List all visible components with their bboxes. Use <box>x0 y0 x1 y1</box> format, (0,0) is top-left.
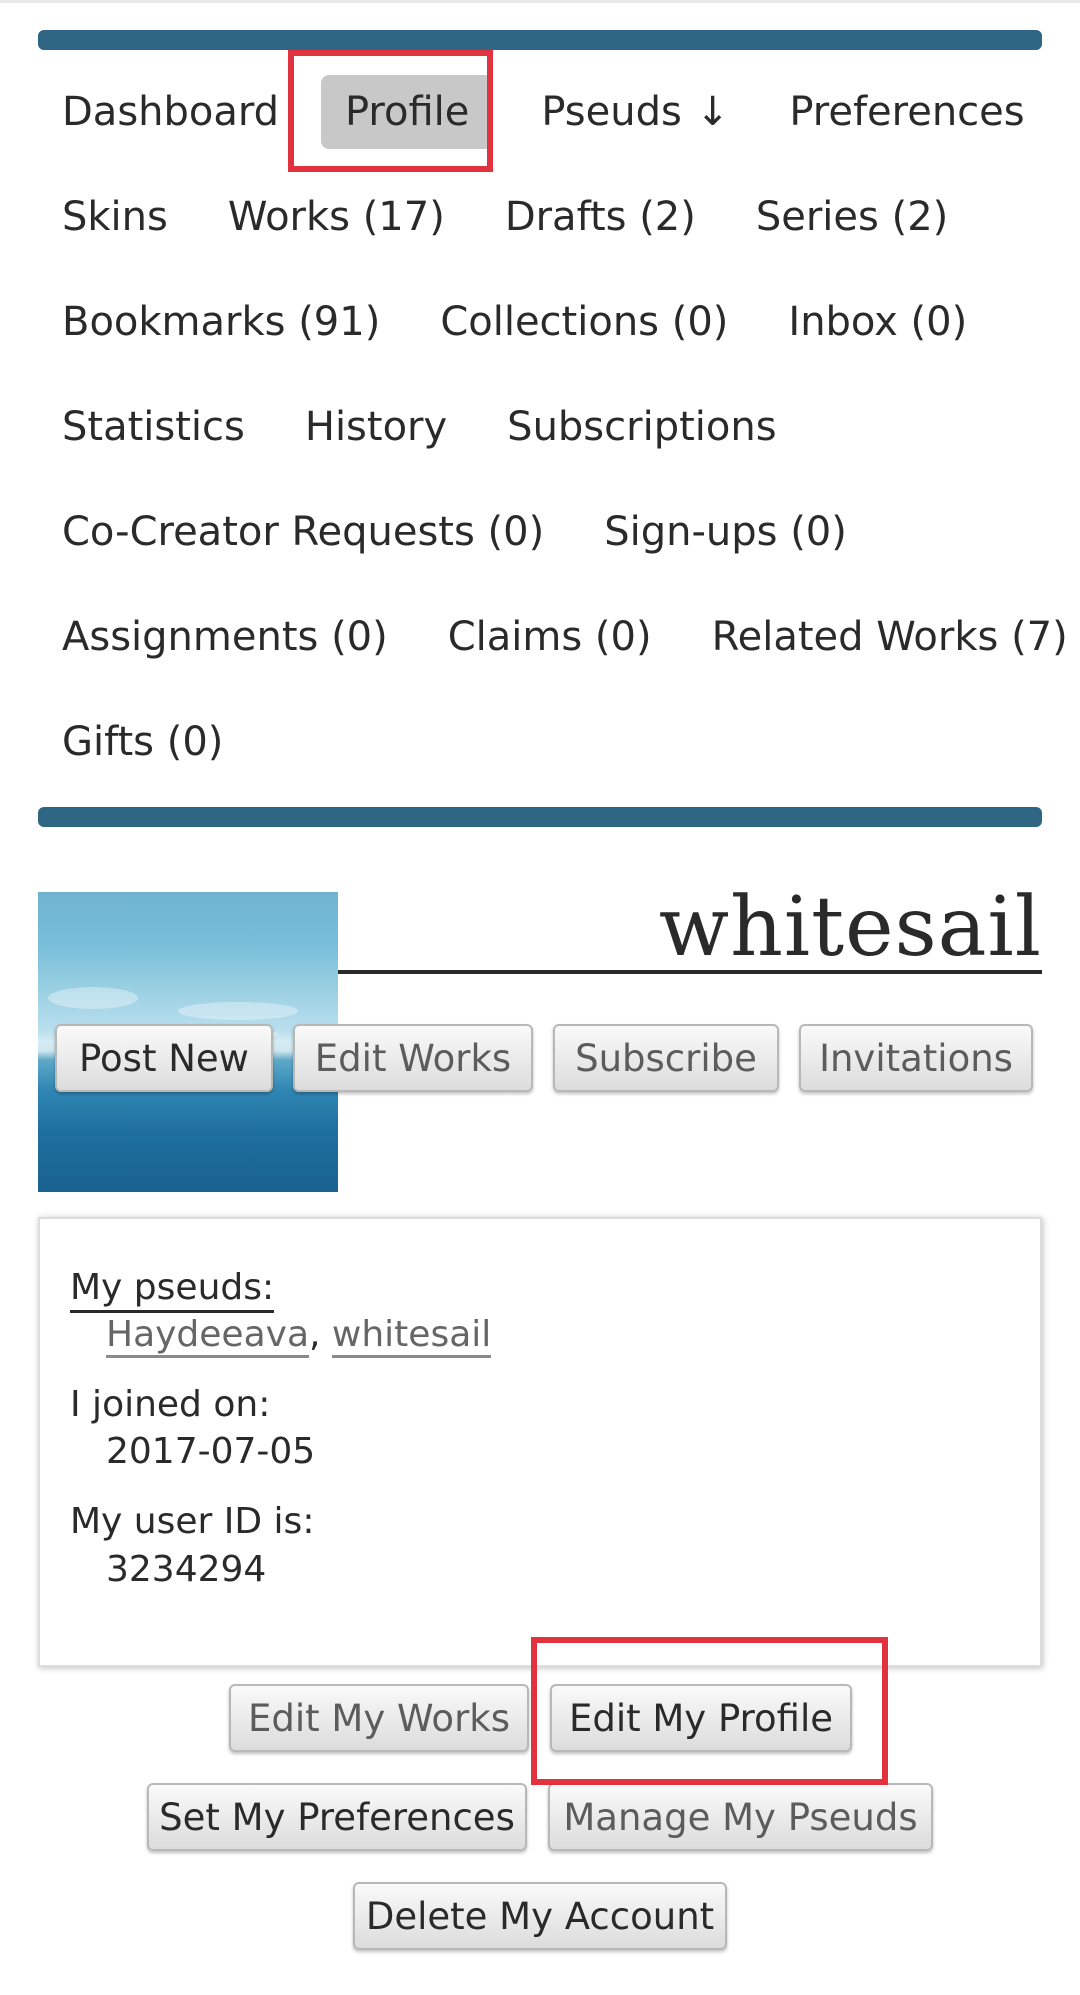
nav-works[interactable]: Works (17) <box>216 188 457 246</box>
nav-row-7: Gifts (0) <box>50 706 271 778</box>
nav-row-2: Skins Works (17) Drafts (2) Series (2) <box>50 181 996 253</box>
delete-my-account-button[interactable]: Delete My Account <box>353 1882 727 1950</box>
nav-assignments[interactable]: Assignments (0) <box>50 608 400 666</box>
user-meta-box: My pseuds: Haydeeava, whitesail I joined… <box>38 1217 1042 1667</box>
subscribe-button[interactable]: Subscribe <box>553 1024 779 1092</box>
manage-my-pseuds-button[interactable]: Manage My Pseuds <box>548 1783 933 1851</box>
nav-pseuds-label: Pseuds <box>541 89 682 135</box>
pseud-link-haydeeava[interactable]: Haydeeava <box>106 1314 310 1358</box>
post-new-button[interactable]: Post New <box>55 1024 273 1092</box>
nav-profile-current[interactable]: Profile <box>321 75 494 149</box>
nav-pseuds[interactable]: Pseuds ↓ <box>529 83 741 141</box>
heading-underline <box>338 970 1042 974</box>
pseuds-list: Haydeeava, whitesail <box>106 1314 492 1358</box>
dashboard-nav-bottom-bar <box>38 807 1042 827</box>
dashboard-nav-top-bar <box>38 30 1042 50</box>
edit-my-profile-button[interactable]: Edit My Profile <box>550 1684 852 1752</box>
nav-row-6: Assignments (0) Claims (0) Related Works… <box>50 601 1080 673</box>
nav-series[interactable]: Series (2) <box>744 188 960 246</box>
user-id-label: My user ID is: <box>70 1501 315 1542</box>
nav-collections[interactable]: Collections (0) <box>428 293 740 351</box>
joined-date: 2017-07-05 <box>106 1431 316 1472</box>
pseud-link-whitesail[interactable]: whitesail <box>331 1314 492 1358</box>
nav-claims[interactable]: Claims (0) <box>436 608 664 666</box>
nav-row-1: Dashboard Profile Pseuds ↓ Preferences <box>50 75 1073 149</box>
nav-row-4: Statistics History Subscriptions <box>50 391 825 463</box>
nav-preferences[interactable]: Preferences <box>777 83 1036 141</box>
nav-row-5: Co-Creator Requests (0) Sign-ups (0) <box>50 496 895 568</box>
pseuds-label: My pseuds: <box>70 1267 275 1313</box>
top-divider <box>0 0 1080 3</box>
set-my-preferences-button[interactable]: Set My Preferences <box>147 1783 527 1851</box>
profile-username-heading: whitesail <box>658 880 1042 975</box>
nav-dashboard[interactable]: Dashboard <box>50 83 291 141</box>
nav-statistics[interactable]: Statistics <box>50 398 257 456</box>
nav-subscriptions[interactable]: Subscriptions <box>495 398 788 456</box>
nav-sign-ups[interactable]: Sign-ups (0) <box>592 503 859 561</box>
nav-gifts[interactable]: Gifts (0) <box>50 713 235 771</box>
joined-label: I joined on: <box>70 1384 271 1425</box>
invitations-button[interactable]: Invitations <box>799 1024 1033 1092</box>
arrow-down-icon: ↓ <box>695 89 730 135</box>
nav-drafts[interactable]: Drafts (2) <box>493 188 708 246</box>
edit-my-works-button[interactable]: Edit My Works <box>229 1684 529 1752</box>
edit-works-button[interactable]: Edit Works <box>293 1024 533 1092</box>
pseud-separator: , <box>309 1314 321 1355</box>
user-id-value: 3234294 <box>106 1549 267 1590</box>
nav-bookmarks[interactable]: Bookmarks (91) <box>50 293 392 351</box>
nav-history[interactable]: History <box>293 398 459 456</box>
nav-row-3: Bookmarks (91) Collections (0) Inbox (0) <box>50 286 1015 358</box>
nav-inbox[interactable]: Inbox (0) <box>776 293 979 351</box>
nav-co-creator-requests[interactable]: Co-Creator Requests (0) <box>50 503 556 561</box>
nav-skins[interactable]: Skins <box>50 188 180 246</box>
nav-related-works[interactable]: Related Works (7) <box>700 608 1080 666</box>
